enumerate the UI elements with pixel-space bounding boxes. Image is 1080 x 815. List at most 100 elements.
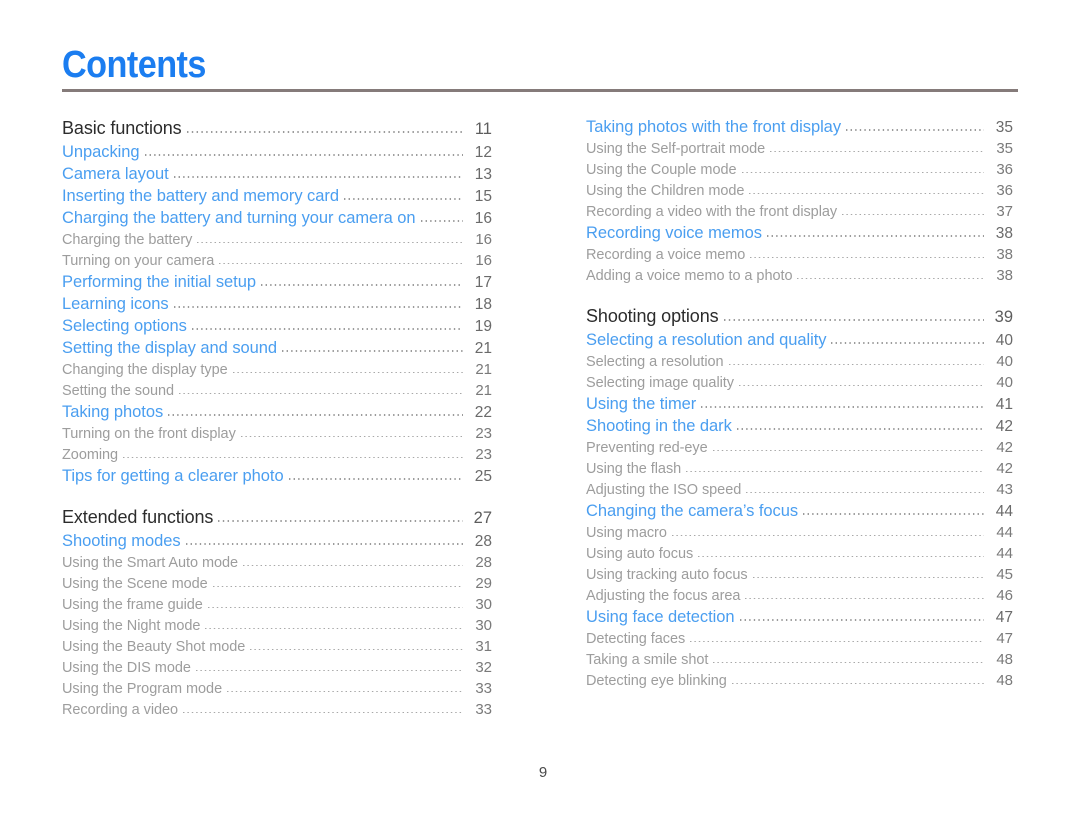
toc-entry-label: Setting the sound xyxy=(62,383,175,399)
toc-entry-row[interactable]: Detecting eye blinking 48 xyxy=(586,670,1013,691)
toc-entry-row[interactable]: Zooming 23 xyxy=(62,444,492,465)
toc-page-number: 21 xyxy=(475,382,492,399)
toc-page-number: 36 xyxy=(996,182,1013,199)
dot-leader xyxy=(240,427,463,437)
toc-entry-row[interactable]: Using macro 44 xyxy=(586,522,1013,543)
toc-entry-row[interactable]: Using the Couple mode 36 xyxy=(586,159,1013,180)
dot-leader xyxy=(183,703,463,713)
dot-leader xyxy=(749,184,984,194)
dot-leader xyxy=(218,512,463,522)
toc-page-number: 45 xyxy=(996,566,1013,583)
toc-entry-row[interactable]: Adding a voice memo to a photo 38 xyxy=(586,265,1013,286)
dot-leader xyxy=(713,653,984,663)
toc-page-number: 48 xyxy=(996,651,1013,668)
toc-entry-row[interactable]: Using the Program mode 33 xyxy=(62,678,492,699)
toc-entry-row[interactable]: Camera layout 13 xyxy=(62,163,492,185)
toc-entry-row[interactable]: Inserting the battery and memory card 15 xyxy=(62,185,492,207)
toc-entry-row[interactable]: Using the frame guide 30 xyxy=(62,594,492,615)
toc-page-number: 33 xyxy=(475,680,492,697)
toc-entry-row[interactable]: Recording voice memos 38 xyxy=(586,222,1013,244)
toc-entry-row[interactable]: Taking photos with the front display 35 xyxy=(586,116,1013,138)
toc-entry-row[interactable]: Recording a video with the front display… xyxy=(586,201,1013,222)
dot-leader xyxy=(227,682,463,692)
dot-leader xyxy=(185,535,463,545)
toc-entry-row[interactable]: Using tracking auto focus 45 xyxy=(586,564,1013,585)
toc-entry-row[interactable]: Setting the display and sound 21 xyxy=(62,337,492,359)
toc-page-number: 18 xyxy=(474,296,492,313)
toc-entry-row[interactable]: Turning on your camera 16 xyxy=(62,250,492,271)
toc-entry-row[interactable]: Detecting faces 47 xyxy=(586,628,1013,649)
dot-leader xyxy=(797,269,984,279)
toc-page-number: 11 xyxy=(474,120,492,138)
toc-column-right: Taking photos with the front display 35 Us… xyxy=(586,116,1013,691)
toc-entry-row[interactable]: Using the Scene mode 29 xyxy=(62,573,492,594)
toc-entry-label: Setting the display and sound xyxy=(62,339,278,357)
toc-entry-row[interactable]: Adjusting the focus area 46 xyxy=(586,585,1013,606)
toc-section-row: Shooting options 39 xyxy=(586,304,1013,329)
dot-leader xyxy=(728,355,984,365)
toc-page-number: 22 xyxy=(474,404,492,421)
toc-entry-row[interactable]: Using the Beauty Shot mode 31 xyxy=(62,636,492,657)
dot-leader xyxy=(736,420,984,430)
toc-entry-row[interactable]: Using the Smart Auto mode 28 xyxy=(62,552,492,573)
toc-entry-label: Using tracking auto focus xyxy=(586,567,748,583)
dot-leader xyxy=(690,632,984,642)
toc-entry-row[interactable]: Selecting options 19 xyxy=(62,315,492,337)
toc-entry-row[interactable]: Using face detection 47 xyxy=(586,606,1013,628)
dot-leader xyxy=(243,556,463,566)
toc-page-number: 30 xyxy=(475,617,492,634)
toc-entry-row[interactable]: Selecting a resolution 40 xyxy=(586,351,1013,372)
toc-entry-row[interactable]: Taking photos 22 xyxy=(62,401,492,423)
toc-entry-label: Adding a voice memo to a photo xyxy=(586,268,793,284)
toc-entry-row[interactable]: Recording a voice memo 38 xyxy=(586,244,1013,265)
toc-page-number: 37 xyxy=(996,203,1013,220)
toc-page-number: 16 xyxy=(475,231,492,248)
toc-entry-row[interactable]: Selecting image quality 40 xyxy=(586,372,1013,393)
page-title: Contents xyxy=(62,44,206,86)
toc-entry-row[interactable]: Taking a smile shot 48 xyxy=(586,649,1013,670)
toc-entry-label: Preventing red-eye xyxy=(586,440,708,456)
toc-entry-row[interactable]: Using the Children mode 36 xyxy=(586,180,1013,201)
toc-entry-row[interactable]: Charging the battery 16 xyxy=(62,229,492,250)
toc-page-number: 47 xyxy=(995,609,1013,626)
toc-entry-row[interactable]: Performing the initial setup 17 xyxy=(62,271,492,293)
toc-entry-row[interactable]: Using the flash 42 xyxy=(586,458,1013,479)
dot-leader xyxy=(712,441,984,451)
toc-entry-row[interactable]: Unpacking 12 xyxy=(62,141,492,163)
toc-entry-label: Taking photos with the front display xyxy=(586,118,842,136)
toc-page-number: 23 xyxy=(475,446,492,463)
toc-entry-row[interactable]: Using the DIS mode 32 xyxy=(62,657,492,678)
toc-entry-row[interactable]: Recording a video 33 xyxy=(62,699,492,720)
toc-entry-label: Shooting in the dark xyxy=(586,417,732,435)
toc-page-number: 31 xyxy=(475,638,492,655)
toc-entry-row[interactable]: Preventing red-eye 42 xyxy=(586,437,1013,458)
toc-page-number: 40 xyxy=(996,353,1013,370)
dot-leader xyxy=(168,406,463,416)
toc-entry-row[interactable]: Using auto focus 44 xyxy=(586,543,1013,564)
toc-entry-row[interactable]: Using the timer 41 xyxy=(586,393,1013,415)
toc-entry-row[interactable]: Changing the camera’s focus 44 xyxy=(586,500,1013,522)
toc-section-row: Extended functions 27 xyxy=(62,505,492,530)
toc-entry-row[interactable]: Selecting a resolution and quality 40 xyxy=(586,329,1013,351)
toc-entry-row[interactable]: Adjusting the ISO speed 43 xyxy=(586,479,1013,500)
dot-leader xyxy=(752,568,984,578)
toc-entry-row[interactable]: Shooting in the dark 42 xyxy=(586,415,1013,437)
toc-entry-row[interactable]: Changing the display type 21 xyxy=(62,359,492,380)
toc-entry-row[interactable]: Using the Self-portrait mode 35 xyxy=(586,138,1013,159)
title-block: Contents xyxy=(62,44,1018,92)
dot-leader xyxy=(739,611,984,621)
dot-leader xyxy=(723,311,984,321)
toc-entry-label: Using the Children mode xyxy=(586,183,745,199)
toc-section-label: Extended functions xyxy=(62,507,214,527)
toc-entry-row[interactable]: Tips for getting a clearer photo 25 xyxy=(62,465,492,487)
toc-entry-row[interactable]: Setting the sound 21 xyxy=(62,380,492,401)
toc-entry-row[interactable]: Using the Night mode 30 xyxy=(62,615,492,636)
toc-page-number: 21 xyxy=(474,340,492,357)
toc-entry-row[interactable]: Shooting modes 28 xyxy=(62,530,492,552)
toc-page-number: 21 xyxy=(475,361,492,378)
toc-page-number: 47 xyxy=(996,630,1013,647)
dot-leader xyxy=(212,577,463,587)
toc-entry-row[interactable]: Charging the battery and turning your ca… xyxy=(62,207,492,229)
toc-entry-row[interactable]: Learning icons 18 xyxy=(62,293,492,315)
toc-entry-row[interactable]: Turning on the front display 23 xyxy=(62,423,492,444)
